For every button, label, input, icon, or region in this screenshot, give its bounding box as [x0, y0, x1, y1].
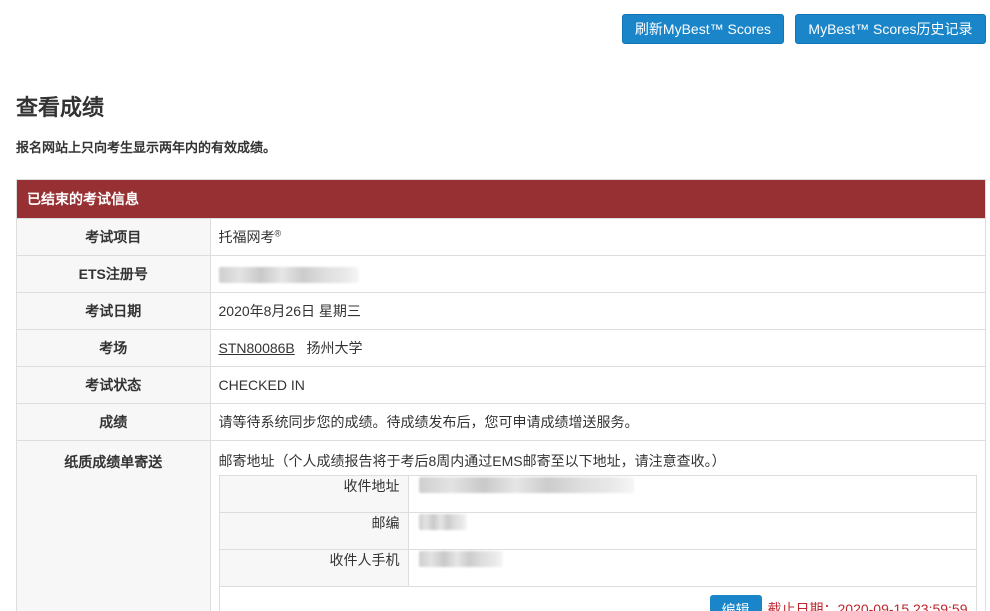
- exam-date-value: 2020年8月26日 星期三: [210, 292, 985, 330]
- edit-button[interactable]: 编辑: [709, 595, 762, 611]
- exam-status-label: 考试状态: [17, 366, 211, 404]
- mailing-actions: 编辑 截止日期：2020-09-15 23:59:59: [219, 586, 976, 611]
- panel-heading: 已结束的考试信息: [17, 180, 985, 218]
- postcode-label: 邮编: [219, 512, 409, 550]
- refresh-mybest-scores-button[interactable]: 刷新MyBest™ Scores: [622, 14, 784, 44]
- page-note: 报名网站上只向考生显示两年内的有效成绩。: [16, 140, 277, 155]
- postcode-value: [408, 512, 976, 550]
- address-value: [408, 475, 976, 513]
- table-row: 考试状态 CHECKED IN: [17, 366, 985, 404]
- completed-exam-panel: 已结束的考试信息 考试项目 托福网考® ETS注册号 考试日期 2020年8月2…: [16, 179, 986, 611]
- test-center-code-link[interactable]: STN80086B: [219, 340, 295, 356]
- score-label: 成绩: [17, 403, 211, 441]
- mailing-info-table: 收件地址 邮编 收件人手机 编辑 截止日期：2020-09-15 23:59:59: [218, 475, 977, 611]
- table-row: 考试项目 托福网考®: [17, 218, 985, 256]
- mybest-scores-history-button[interactable]: MyBest™ Scores历史记录: [795, 14, 986, 44]
- paper-report-label: 纸质成绩单寄送: [17, 440, 211, 611]
- recipient-phone-value: [408, 549, 976, 587]
- exam-date-label: 考试日期: [17, 292, 211, 330]
- test-center-name: 扬州大学: [306, 340, 363, 356]
- paper-report-value: 邮寄地址（个人成绩报告将于考后8周内通过EMS邮寄至以下地址，请注意查收。） 收…: [210, 440, 985, 611]
- exam-item-label: 考试项目: [17, 218, 211, 256]
- registered-mark: ®: [274, 228, 282, 239]
- redacted-address: [418, 477, 634, 494]
- exam-info-table: 考试项目 托福网考® ETS注册号 考试日期 2020年8月26日 星期三 考场…: [17, 218, 985, 611]
- table-row: 成绩 请等待系统同步您的成绩。待成绩发布后，您可申请成绩增送服务。: [17, 403, 985, 441]
- table-row: 纸质成绩单寄送 邮寄地址（个人成绩报告将于考后8周内通过EMS邮寄至以下地址，请…: [17, 440, 985, 611]
- exam-item-value: 托福网考®: [210, 218, 985, 256]
- exam-status-value: CHECKED IN: [210, 366, 985, 404]
- recipient-phone-label: 收件人手机: [219, 549, 409, 587]
- table-row: 收件人手机: [219, 549, 976, 587]
- exam-item-text: 托福网考: [218, 229, 275, 245]
- table-row: 收件地址: [219, 475, 976, 513]
- table-row: 邮编: [219, 512, 976, 550]
- table-row: 考试日期 2020年8月26日 星期三: [17, 292, 985, 330]
- mailing-address-intro: 邮寄地址（个人成绩报告将于考后8周内通过EMS邮寄至以下地址，请注意查收。）: [218, 453, 726, 469]
- test-center-value: STN80086B 扬州大学: [210, 329, 985, 367]
- deadline-text: 截止日期：2020-09-15 23:59:59: [767, 601, 968, 611]
- address-label: 收件地址: [219, 475, 409, 513]
- test-center-label: 考场: [17, 329, 211, 367]
- score-value: 请等待系统同步您的成绩。待成绩发布后，您可申请成绩增送服务。: [210, 403, 985, 441]
- ets-id-label: ETS注册号: [17, 255, 211, 293]
- table-row: 编辑 截止日期：2020-09-15 23:59:59: [219, 586, 976, 611]
- redacted-phone: [418, 551, 503, 568]
- table-row: 考场 STN80086B 扬州大学: [17, 329, 985, 367]
- ets-id-value: [210, 255, 985, 293]
- page-title: 查看成绩: [16, 95, 105, 120]
- redacted-postcode: [418, 514, 467, 531]
- table-row: ETS注册号: [17, 255, 985, 293]
- redacted-ets-id: [218, 266, 359, 283]
